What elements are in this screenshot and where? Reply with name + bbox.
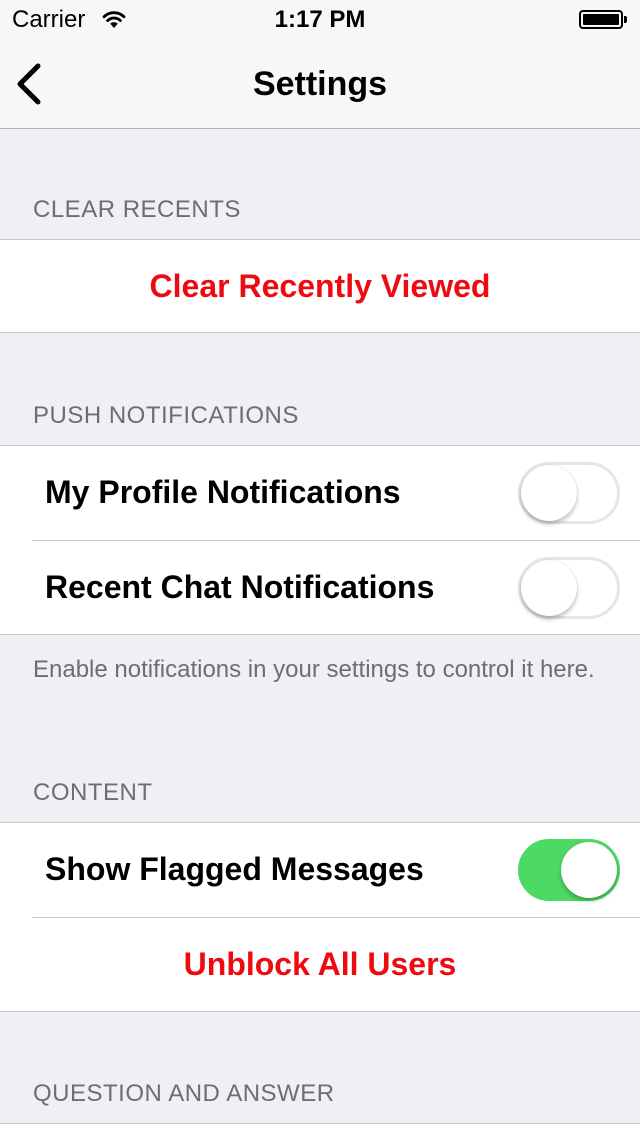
section-header-content: CONTENT bbox=[33, 779, 153, 806]
toggle-knob bbox=[521, 560, 577, 616]
show-flagged-messages-label: Show Flagged Messages bbox=[45, 851, 424, 887]
page-title: Settings bbox=[252, 65, 388, 103]
show-flagged-messages-toggle[interactable] bbox=[518, 839, 620, 901]
my-profile-notifications-row: My Profile Notifications bbox=[0, 446, 640, 540]
question-and-answer-group bbox=[0, 1123, 640, 1136]
status-bar: Carrier 1:17 PM bbox=[0, 0, 640, 40]
battery-cap bbox=[624, 16, 627, 23]
navigation-bar: Settings bbox=[0, 40, 640, 129]
clock-time: 1:17 PM bbox=[274, 6, 366, 33]
recent-chat-notifications-label: Recent Chat Notifications bbox=[45, 569, 435, 605]
battery-icon bbox=[579, 10, 623, 29]
unblock-all-users-cell[interactable]: Unblock All Users bbox=[0, 918, 640, 1012]
clear-recently-viewed-button[interactable]: Clear Recently Viewed bbox=[0, 266, 640, 306]
my-profile-notifications-label: My Profile Notifications bbox=[45, 474, 401, 510]
section-header-question-and-answer: QUESTION AND ANSWER bbox=[33, 1080, 335, 1107]
section-header-clear-recents: CLEAR RECENTS bbox=[33, 196, 241, 223]
clear-recently-viewed-cell[interactable]: Clear Recently Viewed bbox=[0, 240, 640, 334]
show-flagged-messages-row: Show Flagged Messages bbox=[0, 823, 640, 917]
content-group: Show Flagged Messages Unblock All Users bbox=[0, 822, 640, 1012]
clear-recents-group: Clear Recently Viewed bbox=[0, 239, 640, 333]
push-notifications-footer: Enable notifications in your settings to… bbox=[33, 656, 595, 683]
recent-chat-notifications-row: Recent Chat Notifications bbox=[0, 541, 640, 635]
push-notifications-group: My Profile Notifications Recent Chat Not… bbox=[0, 445, 640, 635]
recent-chat-notifications-toggle[interactable] bbox=[518, 557, 620, 619]
toggle-knob bbox=[521, 465, 577, 521]
toggle-knob bbox=[561, 842, 617, 898]
my-profile-notifications-toggle[interactable] bbox=[518, 462, 620, 524]
unblock-all-users-button[interactable]: Unblock All Users bbox=[0, 944, 640, 984]
section-header-push-notifications: PUSH NOTIFICATIONS bbox=[33, 402, 299, 429]
